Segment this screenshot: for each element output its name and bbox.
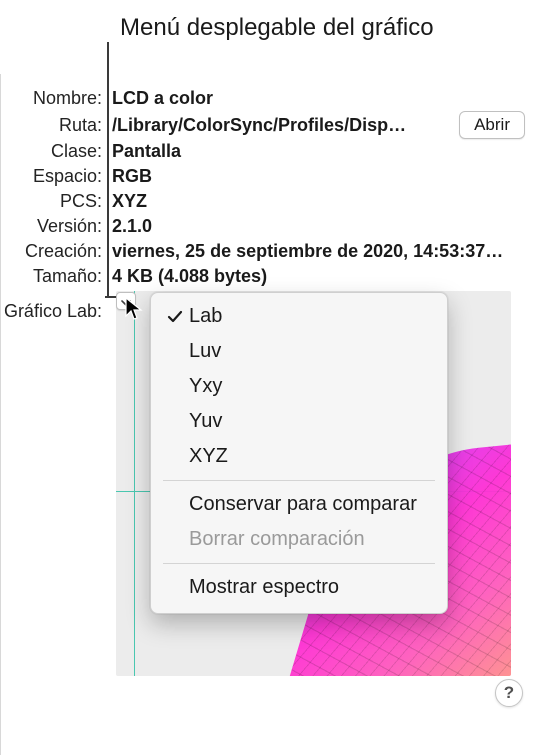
menu-item-label: Borrar comparación — [187, 528, 427, 551]
open-button[interactable]: Abrir — [459, 111, 525, 139]
menu-item-label: Luv — [187, 340, 427, 363]
label-clase: Clase: — [0, 139, 106, 164]
menu-item-borrar: Borrar comparación — [151, 522, 447, 557]
chevron-down-icon — [121, 291, 131, 312]
menu-item-lab[interactable]: Lab — [151, 299, 447, 334]
label-tamano: Tamaño: — [0, 264, 106, 289]
menu-item-label: Lab — [187, 305, 427, 328]
value-ruta: /Library/ColorSync/Profiles/Disp… — [106, 113, 453, 138]
row-creacion: Creación: viernes, 25 de septiembre de 2… — [0, 239, 525, 264]
value-clase: Pantalla — [106, 139, 525, 164]
value-nombre: LCD a color — [106, 86, 525, 111]
row-clase: Clase: Pantalla — [0, 139, 525, 164]
row-pcs: PCS: XYZ — [0, 189, 525, 214]
menu-item-label: XYZ — [187, 445, 427, 468]
value-pcs: XYZ — [106, 189, 525, 214]
value-espacio: RGB — [106, 164, 525, 189]
label-ruta: Ruta: — [0, 113, 106, 138]
menu-item-xyz[interactable]: XYZ — [151, 439, 447, 474]
label-nombre: Nombre: — [0, 86, 106, 111]
menu-item-label: Conservar para comparar — [187, 493, 427, 516]
row-espacio: Espacio: RGB — [0, 164, 525, 189]
menu-item-mostrar[interactable]: Mostrar espectro — [151, 570, 447, 605]
label-espacio: Espacio: — [0, 164, 106, 189]
row-ruta: Ruta: /Library/ColorSync/Profiles/Disp… … — [0, 111, 525, 139]
row-nombre: Nombre: LCD a color — [0, 86, 525, 111]
menu-item-yuv[interactable]: Yuv — [151, 404, 447, 439]
plot-popup-trigger[interactable] — [116, 292, 136, 310]
checkmark-icon — [167, 310, 187, 324]
plot-popup-menu: Lab Luv Yxy Yuv XYZ Conservar para compa… — [150, 292, 448, 614]
label-version: Versión: — [0, 214, 106, 239]
menu-item-label: Yuv — [187, 410, 427, 433]
label-grafico: Gráfico Lab: — [0, 299, 106, 324]
menu-item-label: Yxy — [187, 375, 427, 398]
plot-axis-vertical — [134, 291, 135, 676]
menu-item-luv[interactable]: Luv — [151, 334, 447, 369]
value-version: 2.1.0 — [106, 214, 525, 239]
label-pcs: PCS: — [0, 189, 106, 214]
help-button[interactable]: ? — [495, 679, 523, 707]
menu-separator — [163, 563, 435, 564]
menu-separator — [163, 480, 435, 481]
menu-item-label: Mostrar espectro — [187, 576, 427, 599]
row-version: Versión: 2.1.0 — [0, 214, 525, 239]
value-creacion: viernes, 25 de septiembre de 2020, 14:53… — [106, 239, 525, 264]
label-creacion: Creación: — [0, 239, 106, 264]
menu-item-conservar[interactable]: Conservar para comparar — [151, 487, 447, 522]
callout-caption: Menú desplegable del gráfico — [120, 14, 434, 42]
row-tamano: Tamaño: 4 KB (4.088 bytes) — [0, 264, 525, 289]
menu-item-yxy[interactable]: Yxy — [151, 369, 447, 404]
value-tamano: 4 KB (4.088 bytes) — [106, 264, 525, 289]
